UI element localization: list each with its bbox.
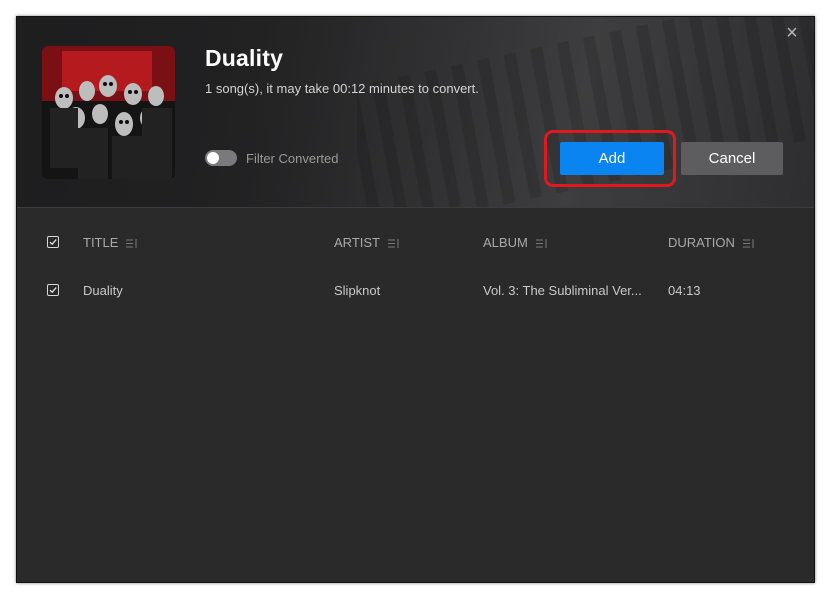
select-all-checkbox[interactable]: [47, 236, 59, 248]
sort-icon[interactable]: [535, 237, 548, 248]
column-header-album[interactable]: ALBUM: [483, 235, 548, 250]
add-button[interactable]: Add: [560, 142, 664, 175]
sort-icon[interactable]: [388, 237, 400, 248]
column-album-label: ALBUM: [483, 235, 528, 250]
table-header: TITLE ARTIST ALBUM DURATION: [17, 233, 814, 253]
close-icon[interactable]: ×: [782, 23, 802, 43]
add-songs-dialog: × Duality 1 song(s), it may take 00:12 m…: [16, 16, 815, 583]
column-title-label: TITLE: [83, 235, 119, 250]
toggle-switch[interactable]: [205, 150, 237, 166]
filter-converted-toggle[interactable]: Filter Converted: [205, 150, 338, 166]
column-duration-label: DURATION: [668, 235, 735, 250]
album-title: Duality: [205, 45, 284, 71]
sort-icon[interactable]: [126, 237, 138, 248]
cancel-button[interactable]: Cancel: [681, 142, 783, 175]
row-checkbox[interactable]: [47, 284, 59, 296]
column-header-title[interactable]: TITLE: [83, 235, 138, 250]
filter-converted-label: Filter Converted: [246, 150, 339, 166]
sort-icon[interactable]: [742, 237, 755, 248]
column-header-duration[interactable]: DURATION: [668, 235, 755, 250]
song-title: Duality: [83, 283, 123, 298]
column-header-artist[interactable]: ARTIST: [334, 235, 400, 250]
conversion-info: 1 song(s), it may take 00:12 minutes to …: [205, 81, 479, 96]
song-album: Vol. 3: The Subliminal Ver...: [483, 283, 642, 298]
song-duration: 04:13: [668, 283, 701, 298]
song-artist: Slipknot: [334, 283, 381, 298]
column-artist-label: ARTIST: [334, 235, 380, 250]
album-cover: [42, 46, 175, 179]
toggle-knob: [207, 152, 219, 164]
header-divider: [17, 207, 814, 208]
table-row[interactable]: Duality Slipknot Vol. 3: The Subliminal …: [17, 281, 814, 301]
